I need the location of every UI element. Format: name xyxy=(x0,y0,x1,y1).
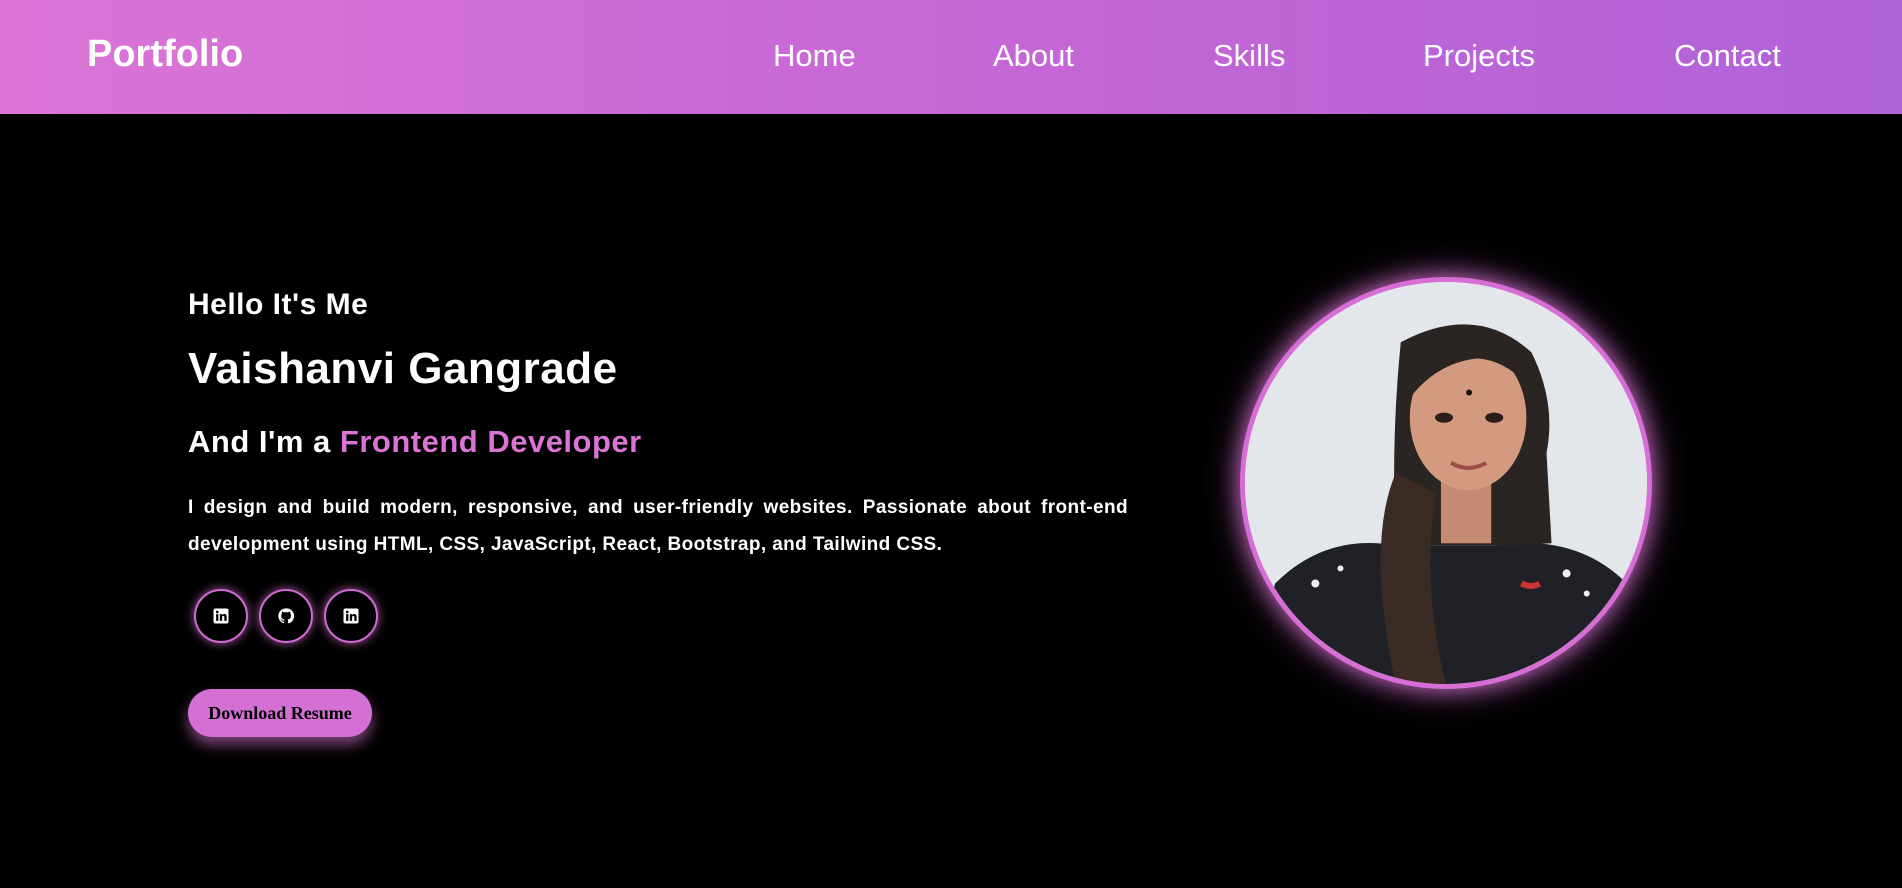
linkedin-icon xyxy=(343,608,359,624)
linkedin-icon xyxy=(213,608,229,624)
hero-name: Vaishanvi Gangrade xyxy=(188,344,618,393)
hero-section: Hello It's Me Vaishanvi Gangrade And I'm… xyxy=(188,288,1128,563)
hero-role-prefix: And I'm a xyxy=(188,424,331,459)
linkedin-link[interactable] xyxy=(194,589,248,643)
profile-photo xyxy=(1240,277,1652,689)
profile-photo-icon xyxy=(1245,282,1647,684)
nav-links: Home About Skills Projects Contact xyxy=(0,38,1902,78)
nav-link-contact[interactable]: Contact xyxy=(1674,38,1781,74)
nav-link-home[interactable]: Home xyxy=(773,38,856,74)
nav-link-about[interactable]: About xyxy=(993,38,1074,74)
nav-link-skills[interactable]: Skills xyxy=(1213,38,1285,74)
github-icon xyxy=(278,608,295,624)
linkedin-link-2[interactable] xyxy=(324,589,378,643)
github-link[interactable] xyxy=(259,589,313,643)
hero-role: Frontend Developer xyxy=(339,424,642,459)
hero-description: I design and build modern, responsive, a… xyxy=(188,497,1128,555)
hero-greeting: Hello It's Me xyxy=(188,288,369,321)
hero-role-line: And I'm a Frontend Developer xyxy=(188,424,1128,460)
nav-link-projects[interactable]: Projects xyxy=(1423,38,1535,74)
download-resume-button[interactable]: Download Resume xyxy=(188,689,372,737)
navbar: Portfolio Home About Skills Projects Con… xyxy=(0,0,1902,114)
social-links xyxy=(194,589,378,643)
